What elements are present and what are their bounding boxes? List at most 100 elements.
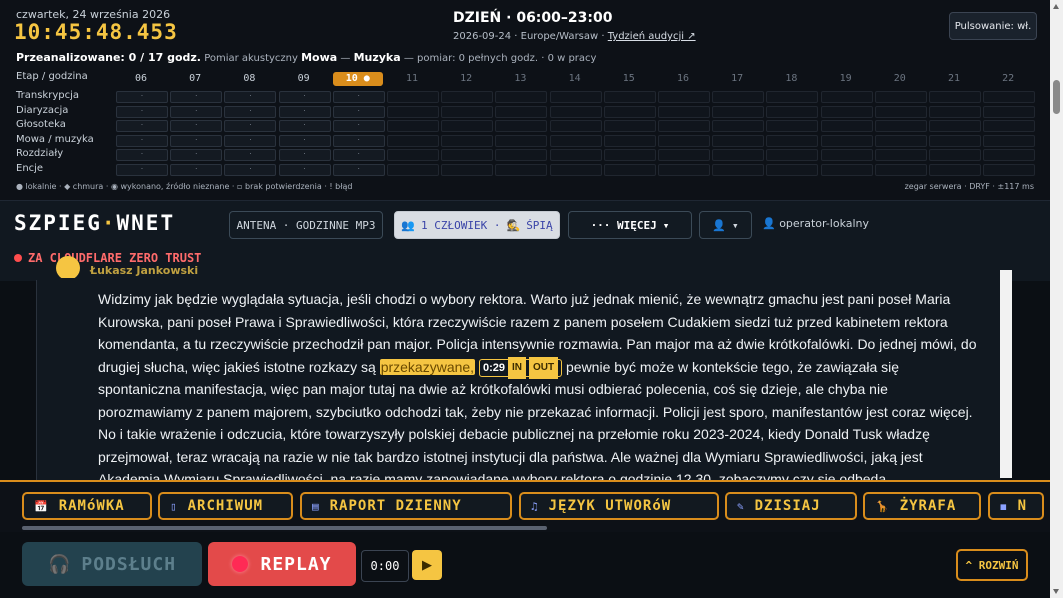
scroll-thumb[interactable] [1053,80,1060,114]
hour-1[interactable]: 07 [170,72,220,86]
grid-cell[interactable] [929,105,981,118]
menu-scrollbar[interactable] [22,526,547,530]
scroll-down-icon[interactable] [1053,589,1059,594]
grid-cell[interactable]: · [224,163,277,176]
grid-cell[interactable] [820,120,873,132]
grid-cell[interactable] [603,163,656,176]
grid-cell[interactable] [441,120,494,132]
grid-cell[interactable] [929,91,981,103]
grid-cell[interactable]: · [332,149,385,161]
grid-cell[interactable] [387,105,439,118]
grid-cell[interactable] [658,149,710,161]
grid-cell[interactable]: · [332,134,385,147]
grid-cell[interactable] [766,120,819,132]
grid-cell[interactable] [820,163,873,176]
grid-cell[interactable] [929,120,981,132]
grid-cell[interactable] [983,134,1036,147]
week-link[interactable]: Tydzień audycji ↗ [608,31,696,42]
grid-cell[interactable] [387,120,439,132]
people-status-button[interactable]: 👥 1 CZŁOWIEK · 🕵 ŚPIĄ [394,211,560,239]
grid-cell[interactable] [820,149,873,161]
grid-cell[interactable] [874,134,927,147]
grid-cell[interactable] [983,163,1036,176]
grid-cell[interactable] [495,120,548,132]
hour-14[interactable]: 20 [875,72,925,86]
grid-cell[interactable]: · [224,91,277,103]
grid-cell[interactable]: · [116,134,168,147]
grid-cell[interactable]: · [116,105,168,118]
replay-button[interactable]: REPLAY [208,542,356,586]
hour-10[interactable]: 16 [658,72,708,86]
hour-3[interactable]: 09 [279,72,329,86]
grid-cell[interactable] [549,120,602,132]
menu-button-4[interactable]: ✎ DZISIAJ [725,492,857,520]
grid-cell[interactable] [712,105,765,118]
grid-cell[interactable] [820,91,873,103]
grid-cell[interactable] [820,134,873,147]
grid-cell[interactable] [387,91,439,103]
grid-cell[interactable] [766,163,819,176]
grid-cell[interactable]: · [116,91,168,103]
grid-cell[interactable] [874,105,927,118]
hour-12[interactable]: 18 [766,72,816,86]
grid-cell[interactable] [603,134,656,147]
hour-9[interactable]: 15 [604,72,654,86]
grid-cell[interactable]: · [170,91,223,103]
grid-cell[interactable] [712,91,765,103]
grid-cell[interactable] [658,163,710,176]
grid-cell[interactable]: · [170,149,223,161]
hour-2[interactable]: 08 [224,72,274,86]
grid-cell[interactable] [874,120,927,132]
grid-cell[interactable]: · [278,163,331,176]
listen-button[interactable]: 🎧 PODSŁUCH [22,542,202,586]
grid-cell[interactable] [549,105,602,118]
grid-cell[interactable] [874,149,927,161]
grid-cell[interactable] [766,134,819,147]
highlighted-word[interactable]: przekazywane, [379,358,476,375]
grid-cell[interactable] [929,163,981,176]
grid-cell[interactable] [603,149,656,161]
transcript-scrollbar[interactable] [1000,270,1012,478]
grid-cell[interactable] [495,134,548,147]
user-menu-button[interactable]: 👤 ▾ [699,211,752,239]
hour-8[interactable]: 14 [550,72,600,86]
grid-cell[interactable] [929,134,981,147]
grid-cell[interactable] [495,105,548,118]
grid-cell[interactable]: · [116,163,168,176]
menu-button-1[interactable]: ▯ ARCHIWUM [158,492,293,520]
grid-cell[interactable] [441,91,494,103]
hour-13[interactable]: 19 [821,72,871,86]
grid-cell[interactable] [603,105,656,118]
grid-cell[interactable] [495,91,548,103]
page-scrollbar[interactable] [1050,0,1063,598]
mark-in-button[interactable]: IN [508,356,526,380]
menu-button-5[interactable]: 🦒 ŻYRAFA [863,492,981,520]
grid-cell[interactable] [874,163,927,176]
menu-button-2[interactable]: ▤ RAPORT DZIENNY [300,492,512,520]
grid-cell[interactable]: · [332,120,385,132]
play-button[interactable]: ▶ [412,550,442,580]
grid-cell[interactable] [549,163,602,176]
scroll-up-icon[interactable] [1053,4,1059,9]
antenna-button[interactable]: ANTENA · GODZINNE MP3 [229,211,383,239]
grid-cell[interactable] [387,149,439,161]
menu-button-3[interactable]: ♫ JĘZYK UTWORóW [519,492,719,520]
pulse-toggle-button[interactable]: Pulsowanie: wł. [949,12,1037,40]
grid-cell[interactable] [387,163,439,176]
grid-cell[interactable] [766,105,819,118]
grid-cell[interactable] [658,134,710,147]
grid-cell[interactable] [549,134,602,147]
grid-cell[interactable]: · [170,163,223,176]
grid-cell[interactable] [495,163,548,176]
menu-button-6[interactable]: ◼ N [988,492,1044,520]
grid-cell[interactable] [712,134,765,147]
grid-cell[interactable] [712,163,765,176]
grid-cell[interactable] [441,105,494,118]
grid-cell[interactable] [712,149,765,161]
grid-cell[interactable] [983,105,1036,118]
grid-cell[interactable] [983,149,1036,161]
grid-cell[interactable]: · [116,149,168,161]
menu-button-0[interactable]: 📅 RAMóWKA [22,492,152,520]
grid-cell[interactable]: · [224,134,277,147]
grid-cell[interactable] [766,149,819,161]
